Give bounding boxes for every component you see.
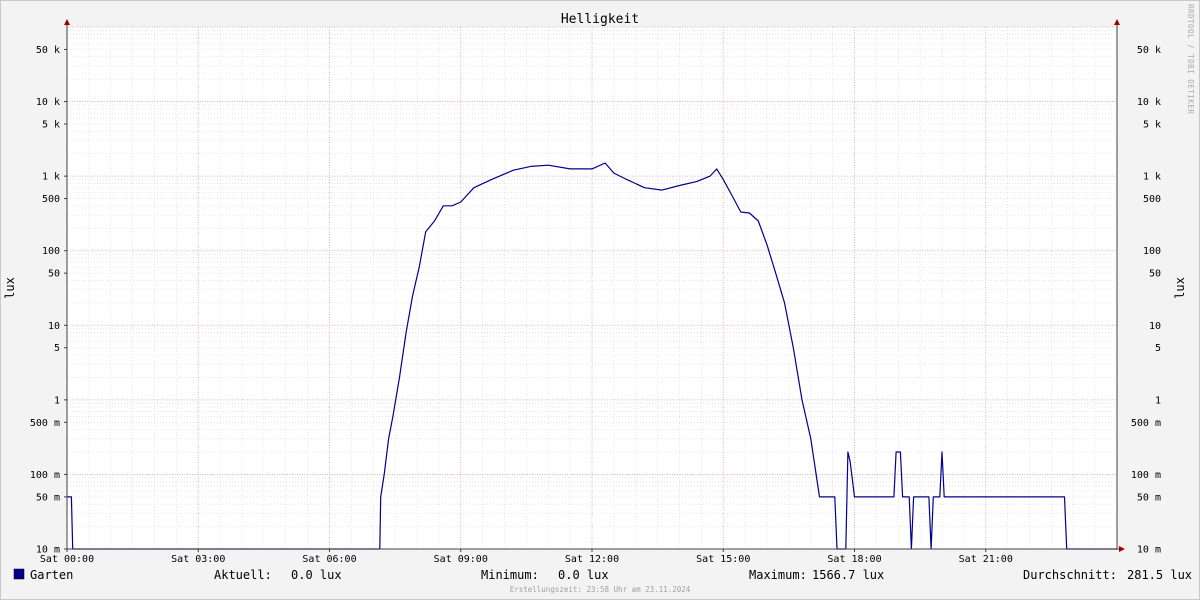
legend-swatch-garten [13,568,25,580]
watermark: RRDTOOL / TOBI OETIKER [1186,4,1195,114]
y-tick-label-left: 10 k [36,97,60,108]
chart-title: Helligkeit [561,12,639,27]
y-tick-label-left: 100 m [30,470,60,481]
y-axis-label-left: lux [3,277,17,299]
y-axis-arrow-right [1114,19,1120,25]
y-tick-label-right: 50 m [1137,492,1161,503]
y-tick-label-left: 50 m [36,492,60,503]
y-tick-label-left: 5 k [42,120,60,131]
x-tick-label: Sat 21:00 [959,554,1013,565]
y-tick-label-right: 50 [1149,269,1161,280]
y-tick-label-left: 50 k [36,45,60,56]
y-tick-label-left: 1 k [42,172,60,183]
y-axis-arrow-left [64,19,70,25]
x-tick-label: Sat 15:00 [696,554,750,565]
y-tick-label-left: 500 m [30,418,60,429]
stat-maximum-label: Maximum: [749,568,807,582]
stat-aktuell-label: Aktuell: [214,568,272,582]
y-tick-label-right: 50 k [1137,45,1161,56]
x-tick-label: Sat 00:00 [40,554,94,565]
y-tick-label-left: 1 [54,395,60,406]
y-tick-label-right: 5 k [1143,120,1161,131]
y-tick-label-right: 1 k [1143,172,1161,183]
y-tick-label-right: 1 [1155,395,1161,406]
y-tick-label-right: 500 [1143,194,1161,205]
stat-durchschnitt-label: Durchschnitt: [1023,568,1117,582]
footer-timestamp: Erstellungszeit: 23:58 Uhr am 23.11.2024 [510,585,691,594]
stat-durchschnitt-value: 281.5 lux [1127,568,1192,582]
y-tick-label-left: 100 [42,246,60,257]
x-axis-arrow [1119,546,1125,552]
y-tick-label-left: 50 [48,269,60,280]
stat-aktuell-value: 0.0 lux [291,568,342,582]
x-tick-label: Sat 18:00 [827,554,881,565]
y-tick-label-right: 10 m [1137,545,1161,556]
x-tick-label: Sat 12:00 [565,554,619,565]
y-tick-label-right: 5 [1155,343,1161,354]
stat-minimum-label: Minimum: [481,568,539,582]
x-tick-label: Sat 09:00 [434,554,488,565]
y-tick-label-right: 500 m [1131,418,1161,429]
stat-maximum-value: 1566.7 lux [812,568,884,582]
y-tick-label-right: 10 k [1137,97,1161,108]
stat-minimum-value: 0.0 lux [558,568,609,582]
y-tick-label-left: 5 [54,343,60,354]
y-tick-label-right: 10 [1149,321,1161,332]
chart-canvas: 50 k 50 k10 k 10 k5 k5 k1 k1 k500 500100 100… [3,4,1195,594]
x-tick-label: Sat 06:00 [302,554,356,565]
y-tick-label-right: 100 m [1131,470,1161,481]
x-tick-label: Sat 03:00 [171,554,225,565]
y-axis-label-right: lux [1173,277,1187,299]
legend-label-garten: Garten [30,568,73,582]
x-tick-labels: Sat 00:00 Sat 03:00 Sat 06:00 Sat 09:00 Sat … [40,549,1013,565]
y-tick-label-left: 10 [48,321,60,332]
y-tick-label-left: 500 [42,194,60,205]
y-tick-label-right: 100 [1143,246,1161,257]
